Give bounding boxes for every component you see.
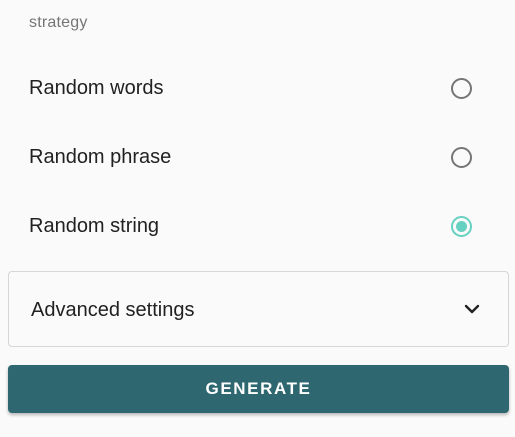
advanced-settings-expander[interactable]: Advanced settings	[8, 271, 509, 347]
strategy-section-label: strategy	[29, 14, 88, 31]
strategy-option-random-string[interactable]: Random string	[0, 202, 515, 250]
chevron-down-icon[interactable]	[464, 302, 480, 316]
password-generator-panel: strategy Random words Random phrase Rand…	[0, 0, 515, 437]
advanced-settings-label: Advanced settings	[31, 299, 195, 321]
generate-button[interactable]: GENERATE	[8, 365, 509, 413]
strategy-option-random-phrase[interactable]: Random phrase	[0, 133, 515, 181]
option-label: Random phrase	[29, 145, 172, 168]
radio-button-random-words[interactable]	[451, 77, 472, 99]
option-label: Random words	[29, 76, 164, 99]
strategy-option-random-words[interactable]: Random words	[0, 64, 515, 112]
radio-button-random-phrase[interactable]	[451, 146, 472, 168]
radio-button-random-string[interactable]	[451, 215, 472, 237]
option-label: Random string	[29, 214, 160, 237]
